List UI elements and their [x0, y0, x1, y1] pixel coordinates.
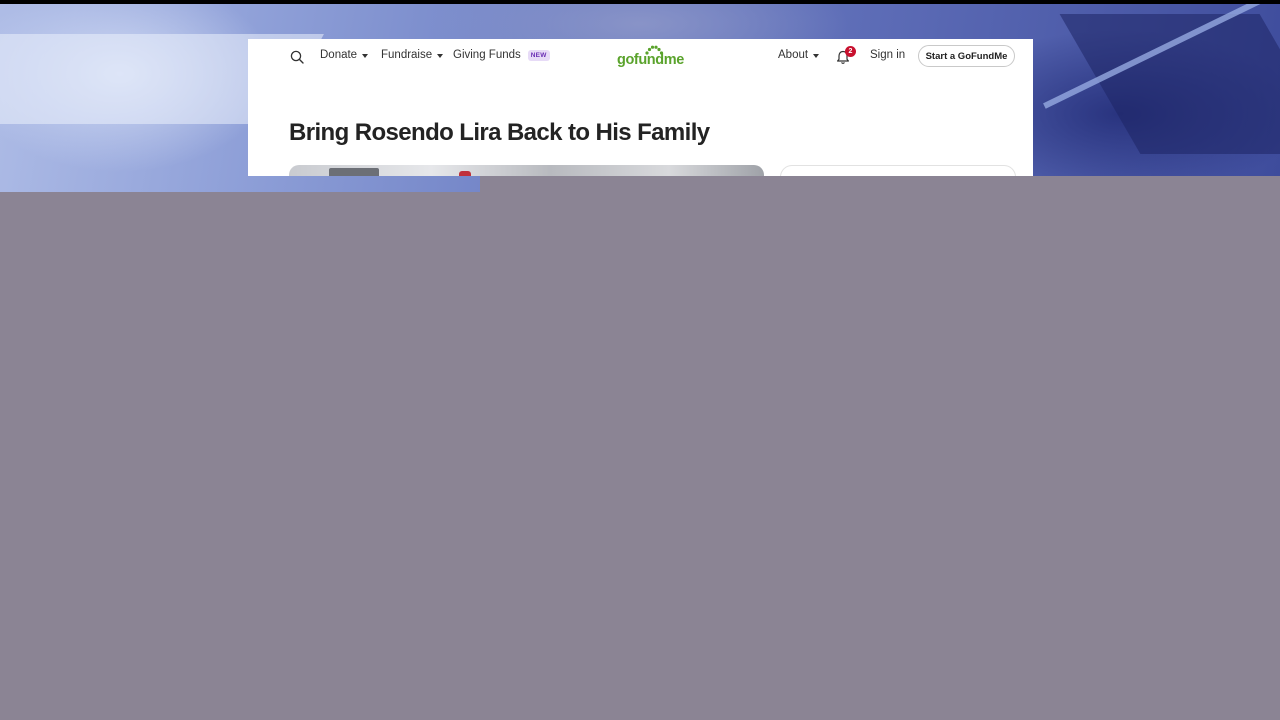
chevron-down-icon	[362, 53, 369, 58]
overlay-panel-edge	[480, 176, 1280, 192]
fundraise-label: Fundraise	[381, 49, 433, 61]
donation-sidebar-card	[780, 165, 1016, 176]
notification-count-badge: 2	[845, 46, 856, 57]
campaign-title: Bring Rosendo Lira Back to His Family	[289, 119, 710, 146]
new-badge: NEW	[527, 49, 550, 61]
gofundme-logo[interactable]: gofundme	[617, 44, 689, 70]
about-menu[interactable]: About	[778, 49, 820, 61]
webpage-screenshot: Donate Fundraise Giving Funds NEW gofund…	[248, 39, 1033, 176]
chevron-down-icon	[813, 53, 820, 58]
about-label: About	[778, 49, 809, 61]
sign-in-link[interactable]: Sign in	[870, 49, 905, 61]
campaign-hero-image	[289, 165, 764, 176]
image-detail	[459, 171, 471, 176]
start-gofundme-button[interactable]: Start a GoFundMe	[918, 45, 1015, 67]
fundraise-menu[interactable]: Fundraise	[381, 49, 444, 61]
search-icon[interactable]	[290, 50, 304, 64]
donate-label: Donate	[320, 49, 358, 61]
site-header: Donate Fundraise Giving Funds NEW gofund…	[248, 39, 1033, 75]
logo-text: gofundme	[617, 52, 684, 68]
overlay-panel	[0, 192, 1280, 720]
image-detail	[329, 168, 379, 176]
giving-funds-link[interactable]: Giving Funds NEW	[453, 49, 550, 61]
chevron-down-icon	[437, 53, 444, 58]
giving-funds-label: Giving Funds	[453, 49, 521, 61]
donate-menu[interactable]: Donate	[320, 49, 369, 61]
